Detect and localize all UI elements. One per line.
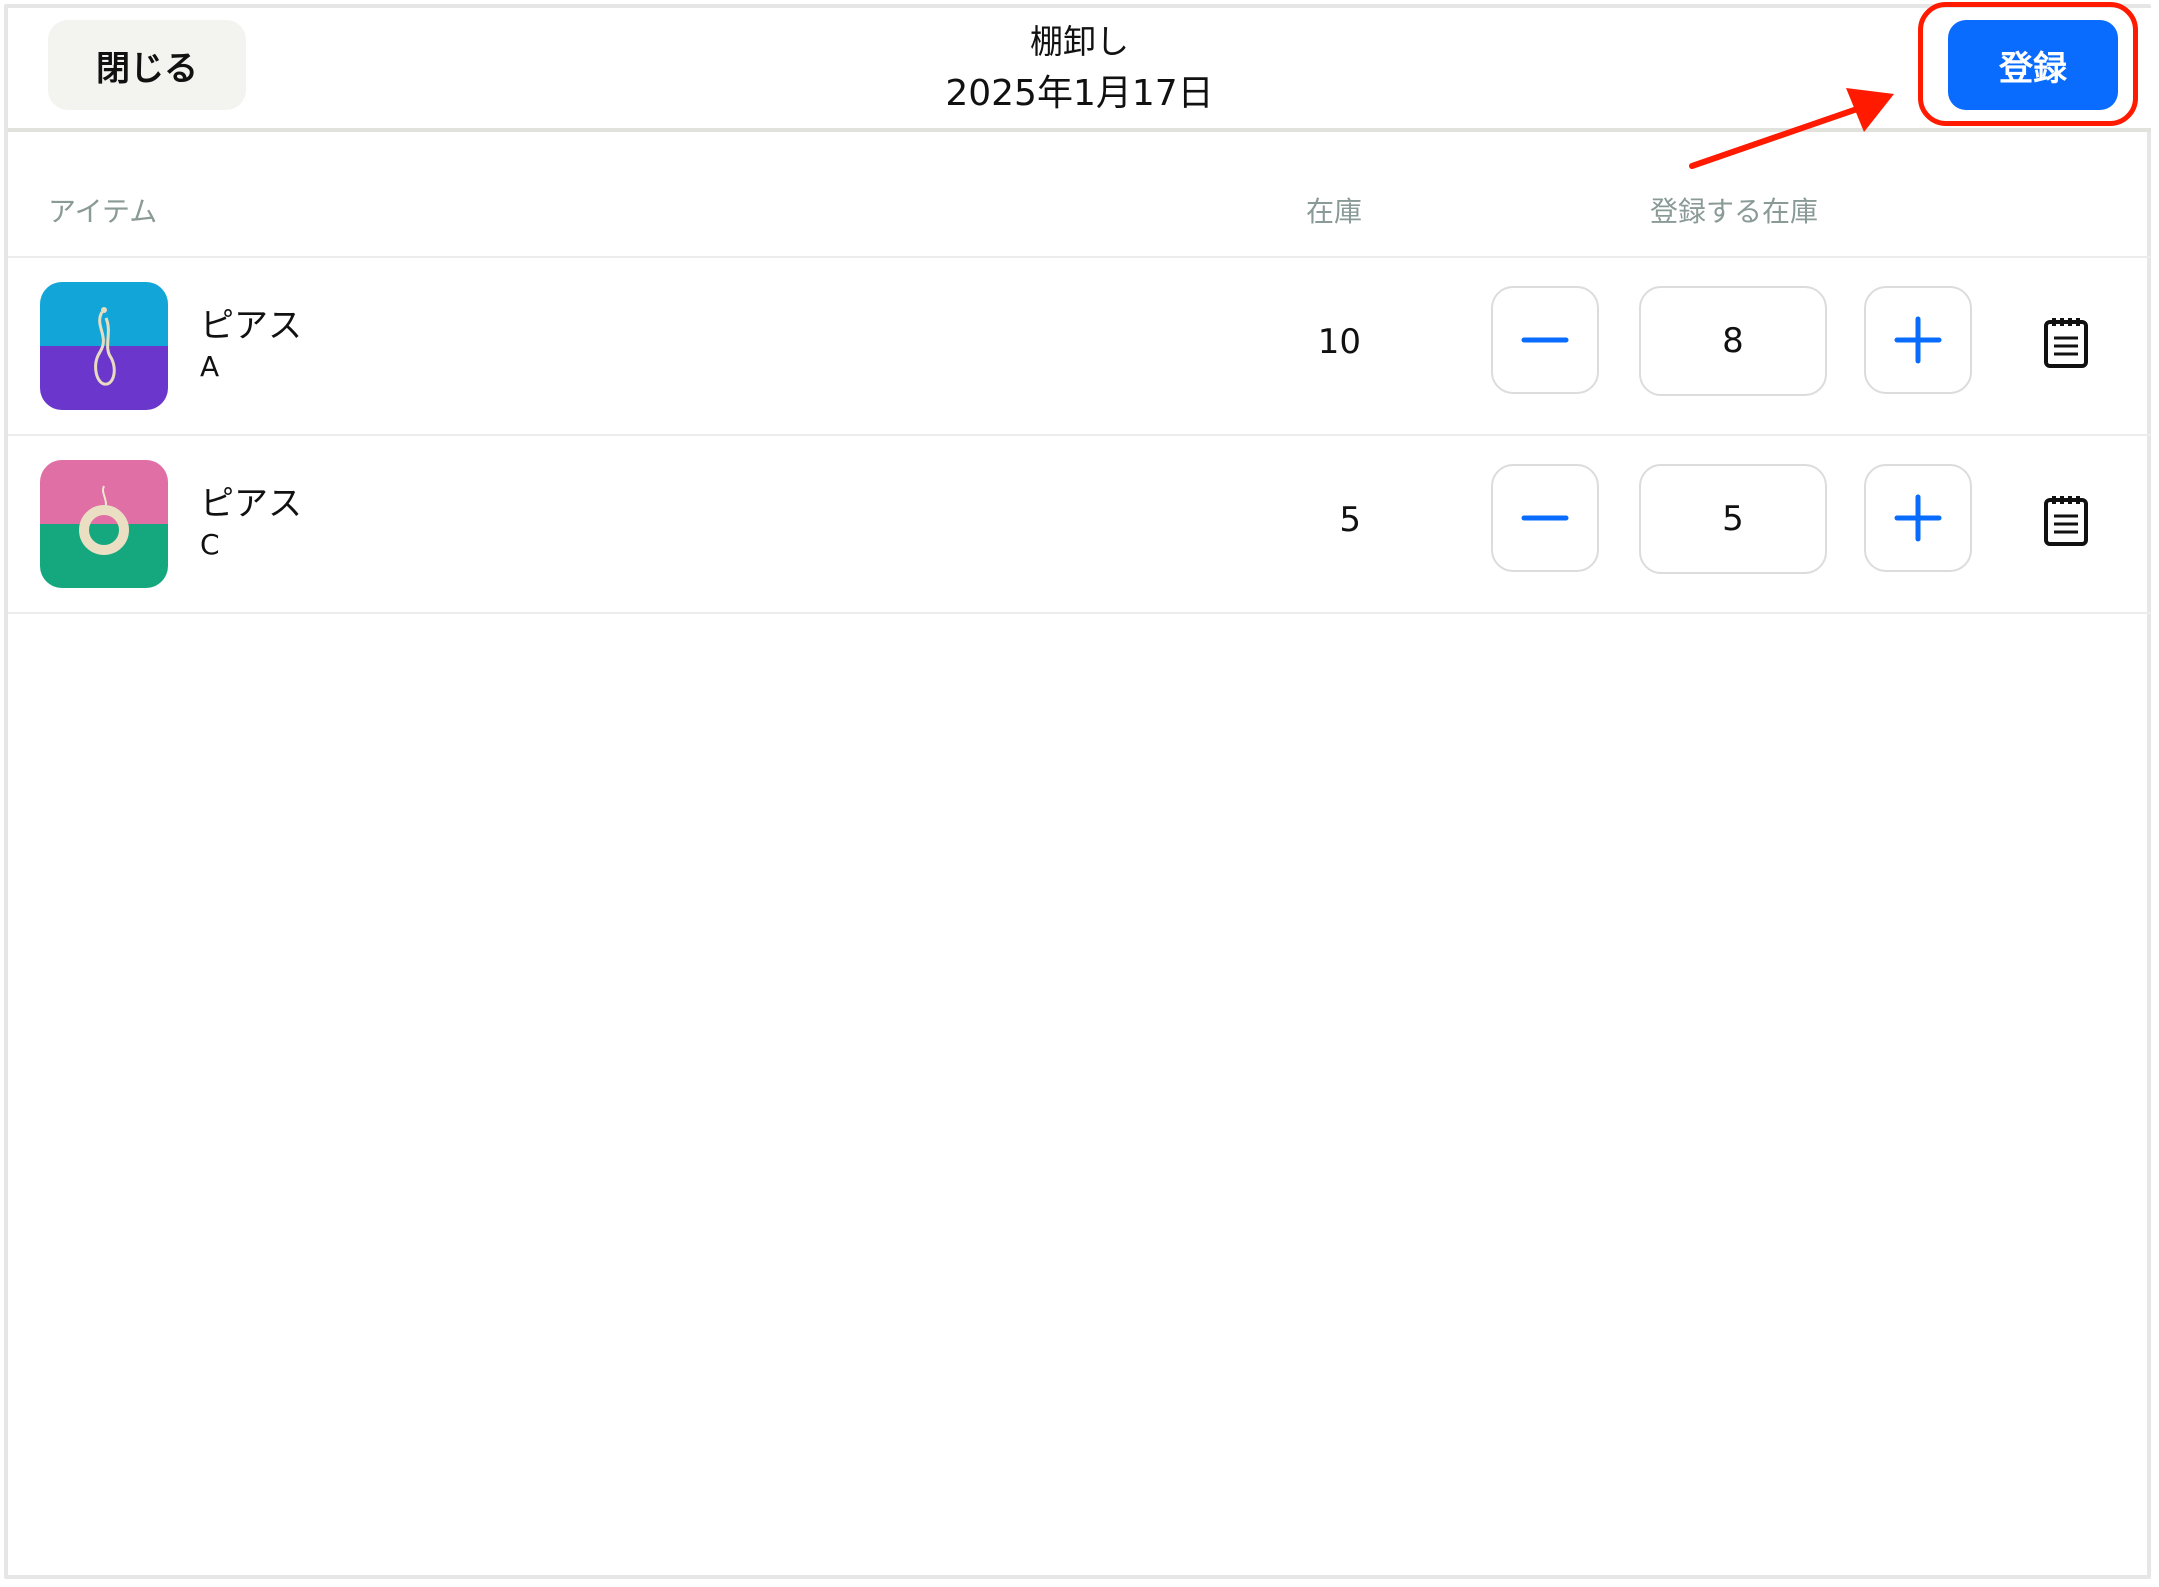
memo-icon[interactable]	[2042, 316, 2090, 368]
column-header-stock: 在庫	[1306, 195, 1363, 228]
app-frame	[4, 4, 2151, 1579]
decrement-button[interactable]	[1491, 286, 1599, 394]
increment-button[interactable]	[1864, 464, 1972, 572]
item-variant: C	[200, 528, 220, 561]
minus-icon	[1521, 337, 1569, 343]
column-header-item: アイテム	[48, 195, 158, 228]
table-row: ピアス A 10 8	[8, 258, 2151, 434]
earring-thumbnail-icon	[40, 460, 168, 588]
minus-icon	[1521, 515, 1569, 521]
annotation-arrow-icon	[1689, 88, 1894, 169]
current-stock: 5	[1339, 500, 1361, 540]
decrement-button[interactable]	[1491, 464, 1599, 572]
memo-icon[interactable]	[2042, 494, 2090, 546]
table-row: ピアス C 5 5	[8, 436, 2151, 612]
plus-icon	[1894, 494, 1942, 542]
page-title: 棚卸し	[1030, 22, 1129, 61]
plus-icon	[1894, 316, 1942, 364]
divider	[8, 612, 2151, 614]
register-quantity-input[interactable]: 8	[1639, 286, 1827, 396]
register-quantity-input[interactable]: 5	[1639, 464, 1827, 574]
item-name: ピアス	[200, 484, 302, 524]
item-name: ピアス	[200, 306, 302, 346]
increment-button[interactable]	[1864, 286, 1972, 394]
current-stock: 10	[1317, 322, 1361, 362]
column-header-register-stock: 登録する在庫	[1650, 195, 1819, 228]
earring-thumbnail-icon	[40, 282, 168, 410]
item-variant: A	[200, 350, 220, 383]
register-button[interactable]: 登録	[1948, 20, 2118, 110]
